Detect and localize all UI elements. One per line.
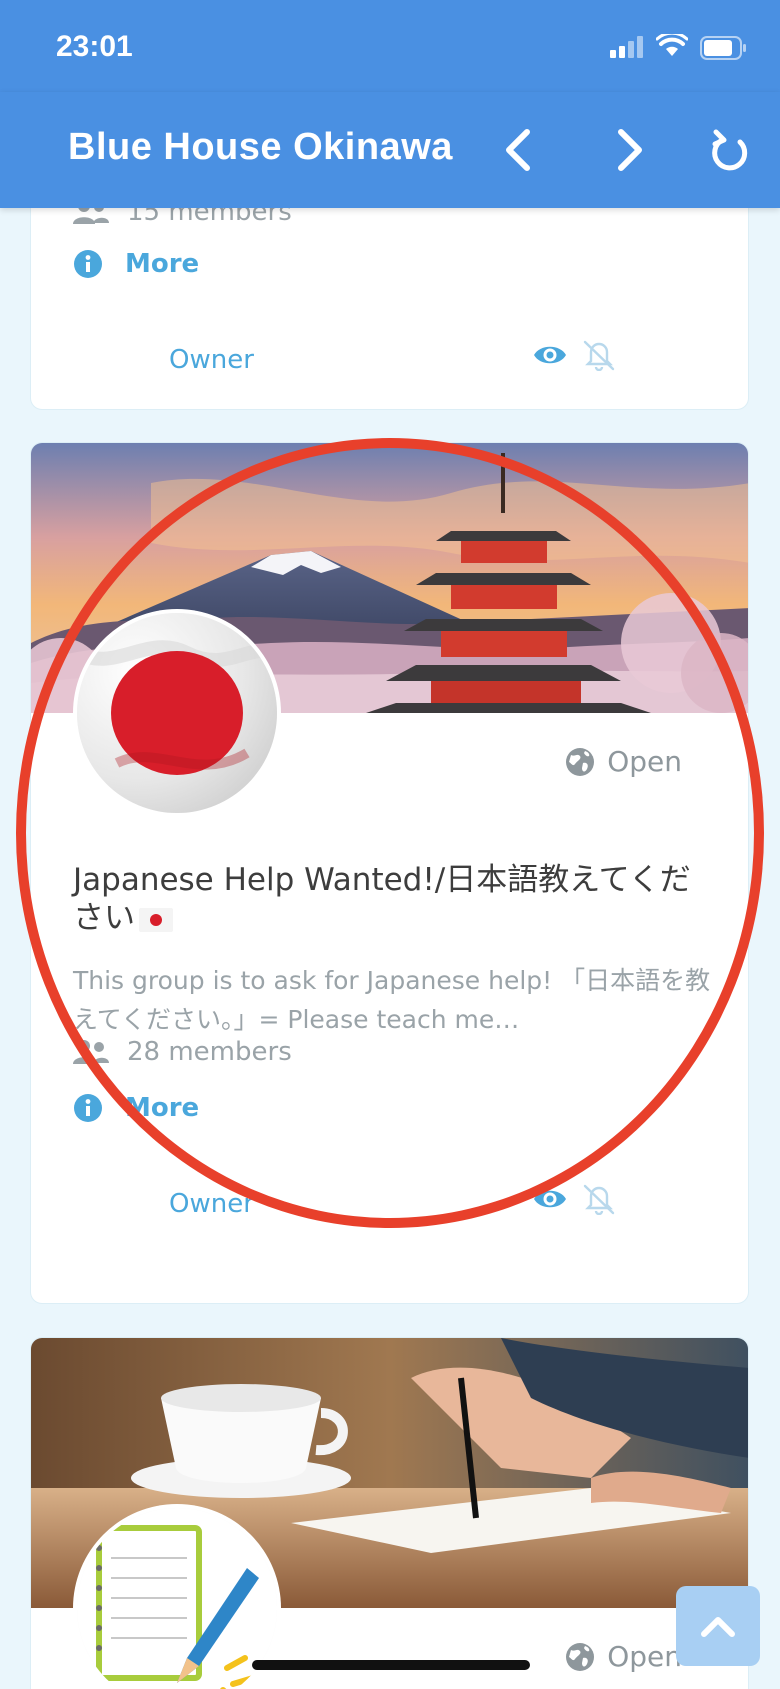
group-card[interactable]: 15 members More Owner: [30, 208, 749, 410]
status-bar: 23:01: [0, 0, 780, 92]
refresh-icon: [712, 129, 748, 171]
more-label: More: [125, 1093, 200, 1123]
bell-off-icon[interactable]: [581, 339, 617, 371]
chevron-up-icon: [701, 1617, 735, 1637]
bell-off-icon[interactable]: [581, 1183, 617, 1215]
card-actions: [533, 1183, 617, 1215]
battery-icon: [700, 36, 746, 60]
refresh-button[interactable]: [702, 122, 758, 178]
back-icon: [506, 129, 530, 171]
forward-button[interactable]: [602, 122, 658, 178]
more-link[interactable]: More: [73, 249, 199, 279]
globe-icon: [566, 1642, 595, 1671]
members-count: 15 members: [127, 208, 292, 227]
owner-label: Owner: [169, 345, 254, 375]
group-card-japanese-help[interactable]: Open Japanese Help Wanted!/日本語教えてください Th…: [30, 442, 749, 1304]
visibility-badge: Open: [565, 745, 682, 778]
scroll-to-top-button[interactable]: [676, 1586, 760, 1666]
group-card[interactable]: Open: [30, 1337, 749, 1689]
visibility-badge: Open: [565, 1640, 682, 1673]
navigation-bar: Blue House Okinawa: [0, 92, 780, 208]
signal-icon: [610, 36, 643, 58]
wifi-icon: [656, 34, 688, 56]
home-indicator[interactable]: [252, 1660, 530, 1670]
eye-icon[interactable]: [533, 342, 567, 368]
eye-icon[interactable]: [533, 1186, 567, 1212]
members-count: 28 members: [127, 1037, 292, 1067]
owner-label: Owner: [169, 1189, 254, 1219]
info-icon: [74, 1094, 102, 1122]
card-actions: [533, 339, 617, 371]
members-row: 28 members: [73, 1037, 292, 1067]
page-title: Blue House Okinawa: [68, 126, 453, 168]
status-time: 23:01: [56, 30, 133, 63]
back-button[interactable]: [490, 122, 546, 178]
more-label: More: [125, 249, 200, 279]
info-icon: [74, 250, 102, 278]
visibility-label: Open: [607, 1640, 682, 1673]
group-description: This group is to ask for Japanese help! …: [73, 966, 711, 1034]
globe-icon: [566, 747, 595, 776]
visibility-label: Open: [607, 745, 682, 778]
group-title[interactable]: Japanese Help Wanted!/日本語教えてください: [73, 861, 713, 937]
group-list[interactable]: 15 members More Owner Open Japanese Help…: [0, 208, 780, 1689]
members-row: 15 members: [73, 208, 292, 227]
forward-icon: [618, 129, 642, 171]
more-link[interactable]: More: [73, 1093, 199, 1123]
japan-flag-emoji: [139, 907, 173, 932]
users-icon: [73, 208, 109, 224]
users-icon: [73, 1040, 109, 1064]
group-avatar-japan-flag: [77, 613, 277, 813]
